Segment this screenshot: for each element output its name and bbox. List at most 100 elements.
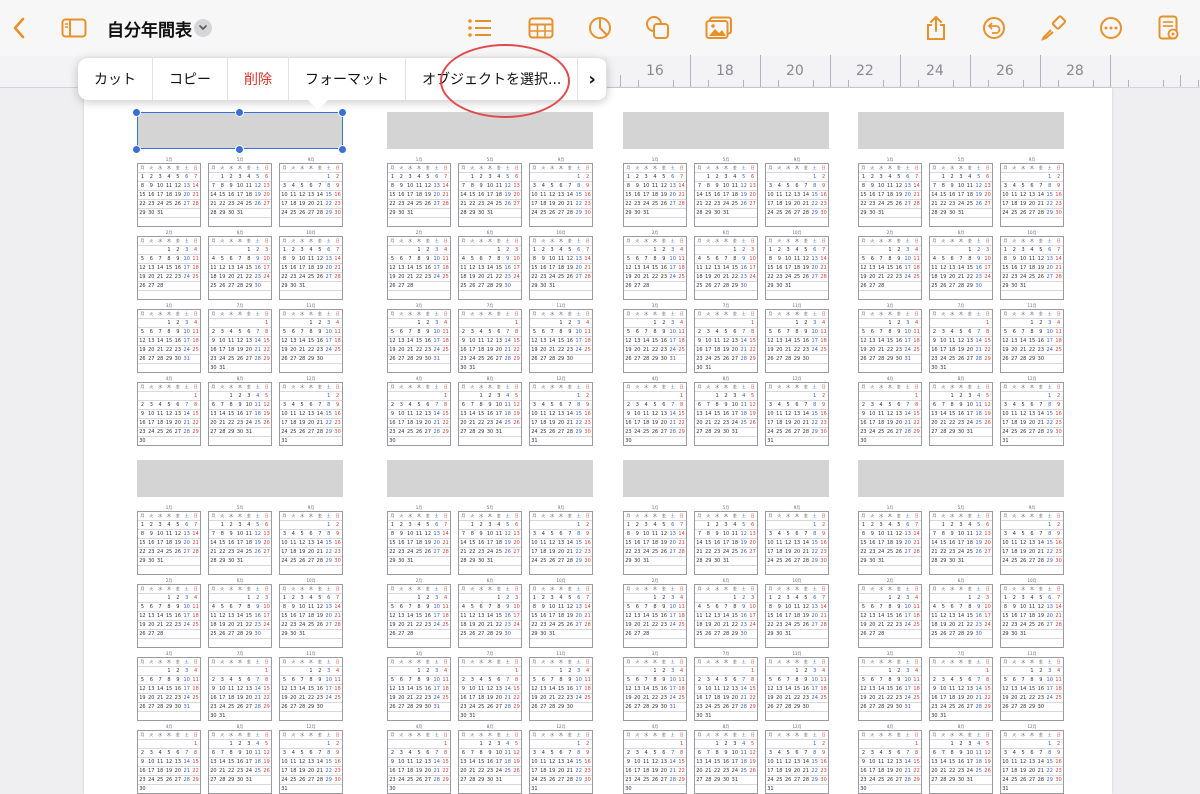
- day-cell[interactable]: 10: [486, 530, 495, 538]
- day-cell[interactable]: 17: [280, 200, 289, 208]
- day-cell[interactable]: 19: [253, 539, 262, 547]
- day-cell[interactable]: [165, 639, 174, 647]
- day-cell[interactable]: [423, 392, 432, 400]
- day-cell[interactable]: 23: [138, 428, 147, 436]
- day-cell[interactable]: 5: [548, 401, 557, 409]
- day-cell[interactable]: 8: [1001, 255, 1010, 263]
- day-cell[interactable]: 22: [651, 694, 660, 702]
- day-cell[interactable]: [651, 392, 660, 400]
- day-cell[interactable]: 12: [280, 685, 289, 693]
- day-cell[interactable]: 15: [324, 410, 333, 418]
- day-cell[interactable]: 31: [668, 355, 677, 363]
- day-cell[interactable]: 3: [1019, 246, 1028, 254]
- day-cell[interactable]: [530, 566, 539, 574]
- day-cell[interactable]: [415, 785, 424, 793]
- day-cell[interactable]: 30: [486, 776, 495, 784]
- day-cell[interactable]: 12: [939, 264, 948, 272]
- day-cell[interactable]: 9: [801, 676, 810, 684]
- day-cell[interactable]: [459, 521, 468, 529]
- day-cell[interactable]: [912, 209, 921, 217]
- day-cell[interactable]: 19: [173, 539, 182, 547]
- day-cell[interactable]: 31: [182, 703, 191, 711]
- month-calendar[interactable]: 7月月火水木金土日 1 2 3 4 5 6 7 8 9 10 11 12 13 14 15 16 17 18 19 20…: [208, 651, 272, 721]
- day-cell[interactable]: 8: [165, 676, 174, 684]
- day-cell[interactable]: 26: [624, 355, 633, 363]
- day-cell[interactable]: 4: [583, 319, 592, 327]
- day-cell[interactable]: [651, 740, 660, 748]
- day-cell[interactable]: 27: [512, 548, 521, 556]
- day-cell[interactable]: 4: [477, 328, 486, 336]
- day-cell[interactable]: 5: [859, 255, 868, 263]
- day-cell[interactable]: 5: [748, 740, 757, 748]
- day-cell[interactable]: 26: [253, 200, 262, 208]
- day-cell[interactable]: [704, 437, 713, 445]
- day-cell[interactable]: 29: [859, 209, 868, 217]
- day-cell[interactable]: 17: [730, 410, 739, 418]
- day-cell[interactable]: 25: [713, 703, 722, 711]
- day-cell[interactable]: 6: [477, 603, 486, 611]
- day-cell[interactable]: 17: [182, 685, 191, 693]
- day-cell[interactable]: 11: [557, 603, 566, 611]
- day-cell[interactable]: 27: [324, 621, 333, 629]
- day-cell[interactable]: [1045, 282, 1054, 290]
- day-cell[interactable]: 23: [315, 346, 324, 354]
- day-cell[interactable]: 26: [974, 200, 983, 208]
- day-cell[interactable]: 14: [182, 758, 191, 766]
- day-cell[interactable]: 27: [1045, 273, 1054, 281]
- day-cell[interactable]: 14: [156, 685, 165, 693]
- day-cell[interactable]: 21: [903, 419, 912, 427]
- day-cell[interactable]: 25: [677, 346, 686, 354]
- day-cell[interactable]: 29: [191, 428, 200, 436]
- day-cell[interactable]: 1: [138, 173, 147, 181]
- day-cell[interactable]: 19: [894, 191, 903, 199]
- day-cell[interactable]: [147, 667, 156, 675]
- day-cell[interactable]: 14: [333, 603, 342, 611]
- day-cell[interactable]: 16: [633, 539, 642, 547]
- day-cell[interactable]: [244, 557, 253, 565]
- day-cell[interactable]: 3: [722, 521, 731, 529]
- day-cell[interactable]: 17: [548, 612, 557, 620]
- day-cell[interactable]: 12: [298, 410, 307, 418]
- day-cell[interactable]: 11: [775, 539, 784, 547]
- day-cell[interactable]: 30: [801, 703, 810, 711]
- day-cell[interactable]: 3: [868, 401, 877, 409]
- day-cell[interactable]: 11: [244, 530, 253, 538]
- day-cell[interactable]: [775, 291, 784, 299]
- day-cell[interactable]: 13: [810, 603, 819, 611]
- day-cell[interactable]: [766, 639, 775, 647]
- day-cell[interactable]: 1: [307, 319, 316, 327]
- day-cell[interactable]: [775, 392, 784, 400]
- day-cell[interactable]: 28: [209, 557, 218, 565]
- day-cell[interactable]: 8: [1028, 328, 1037, 336]
- day-cell[interactable]: 14: [583, 603, 592, 611]
- day-cell[interactable]: [191, 639, 200, 647]
- day-cell[interactable]: 22: [165, 273, 174, 281]
- day-cell[interactable]: 28: [406, 703, 415, 711]
- month-calendar[interactable]: 2月月火水木金土日 1 2 3 4 5 6 7 8 9 10 11 12 13 14 15 16 17 18 19 20…: [858, 230, 922, 300]
- day-cell[interactable]: 19: [423, 191, 432, 199]
- day-cell[interactable]: 16: [315, 685, 324, 693]
- day-cell[interactable]: 5: [262, 392, 271, 400]
- day-cell[interactable]: [415, 218, 424, 226]
- day-cell[interactable]: 20: [397, 273, 406, 281]
- day-cell[interactable]: 11: [677, 603, 686, 611]
- day-cell[interactable]: [642, 594, 651, 602]
- day-cell[interactable]: 18: [289, 419, 298, 427]
- day-cell[interactable]: 16: [209, 346, 218, 354]
- day-cell[interactable]: 5: [784, 182, 793, 190]
- day-cell[interactable]: 15: [165, 337, 174, 345]
- day-cell[interactable]: 18: [739, 410, 748, 418]
- day-cell[interactable]: 28: [236, 630, 245, 638]
- day-cell[interactable]: [539, 291, 548, 299]
- day-cell[interactable]: 15: [415, 264, 424, 272]
- day-cell[interactable]: 17: [1019, 264, 1028, 272]
- day-cell[interactable]: 16: [539, 612, 548, 620]
- day-cell[interactable]: 27: [868, 282, 877, 290]
- day-cell[interactable]: 12: [704, 612, 713, 620]
- day-cell[interactable]: 31: [704, 364, 713, 372]
- day-cell[interactable]: 30: [423, 703, 432, 711]
- day-cell[interactable]: 21: [565, 419, 574, 427]
- day-cell[interactable]: 5: [784, 401, 793, 409]
- day-cell[interactable]: 2: [147, 173, 156, 181]
- day-cell[interactable]: [315, 630, 324, 638]
